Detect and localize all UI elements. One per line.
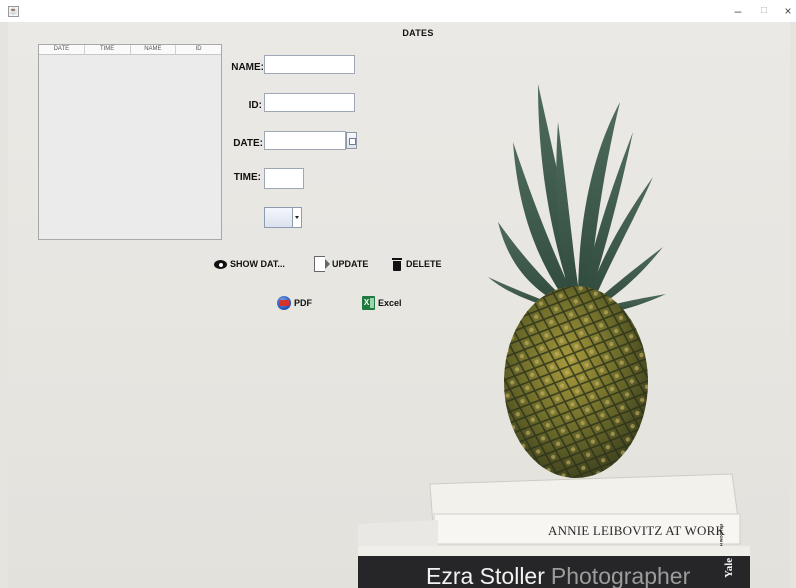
- pdf-label: PDF: [294, 298, 312, 308]
- main-window: DATES DATE TIME NAME ID NAME: ID: DATE: …: [8, 22, 790, 588]
- book-spine-yale: Yale: [723, 558, 735, 578]
- minimize-icon[interactable]: –: [728, 2, 748, 20]
- show-data-label: SHOW DAT...: [230, 259, 285, 269]
- id-label: ID:: [248, 100, 262, 111]
- book-annie-leibovitz: ANNIE LEIBOVITZ AT WORK RANDOM HOUSE: [429, 473, 741, 558]
- column-header-time[interactable]: TIME: [85, 45, 131, 54]
- date-field[interactable]: [264, 131, 346, 150]
- maximize-icon[interactable]: □: [754, 2, 774, 20]
- frame-title: DATES: [402, 28, 434, 38]
- pineapple-books-photo: ANNIE LEIBOVITZ AT WORK RANDOM HOUSE Ezr…: [358, 84, 750, 588]
- name-field[interactable]: [264, 55, 355, 74]
- selector-combobox[interactable]: [264, 207, 302, 228]
- time-field[interactable]: [264, 168, 304, 189]
- pdf-icon: [277, 296, 291, 310]
- id-field[interactable]: [264, 93, 355, 112]
- show-data-button[interactable]: SHOW DAT...: [214, 255, 285, 273]
- update-icon: [314, 256, 330, 272]
- date-label: DATE:: [233, 138, 263, 149]
- time-label: TIME:: [233, 172, 261, 183]
- pdf-button[interactable]: PDF: [277, 294, 312, 312]
- eye-icon: [214, 259, 227, 269]
- pineapple-crown: [488, 84, 666, 314]
- table-header: DATE TIME NAME ID: [39, 45, 221, 55]
- column-header-id[interactable]: ID: [176, 45, 221, 54]
- name-label: NAME:: [231, 62, 264, 73]
- book-title-ezra: Ezra Stoller Photographer: [426, 563, 691, 588]
- title-bar: ☕ – □ ×: [0, 0, 796, 23]
- dates-table[interactable]: DATE TIME NAME ID: [38, 44, 222, 240]
- chevron-down-icon[interactable]: [292, 208, 301, 227]
- book-title-annie: ANNIE LEIBOVITZ AT WORK: [548, 523, 725, 538]
- java-app-icon: ☕: [8, 6, 19, 17]
- close-icon[interactable]: ×: [778, 2, 796, 20]
- column-header-date[interactable]: DATE: [39, 45, 85, 54]
- column-header-name[interactable]: NAME: [131, 45, 177, 54]
